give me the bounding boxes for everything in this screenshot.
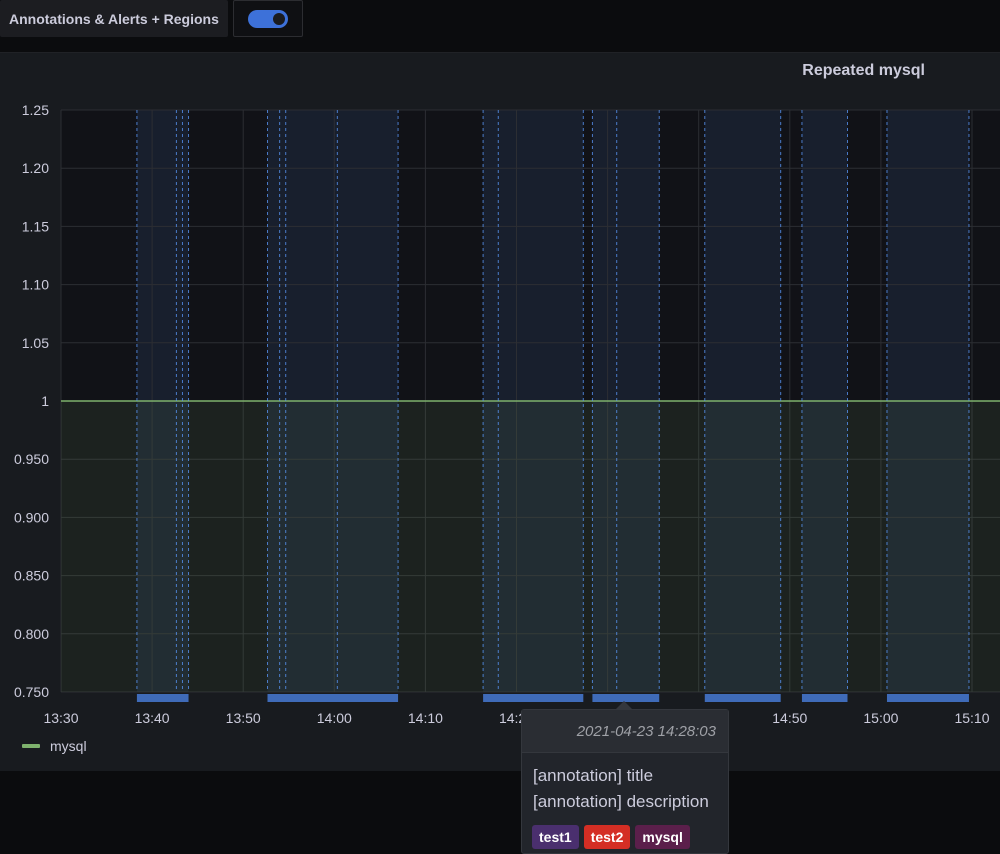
x-tick-label: 13:40 [135,710,170,726]
annotation-marker[interactable] [136,694,189,702]
annotation-marker[interactable] [483,694,584,702]
tooltip-arrow [615,701,633,710]
legend: mysql [22,738,87,754]
variable-label: Annotations & Alerts + Regions [0,0,228,37]
legend-swatch-mysql [22,744,40,748]
legend-item-mysql[interactable]: mysql [50,738,87,754]
annotations-toggle[interactable] [248,10,288,28]
tag-mysql[interactable]: mysql [635,825,690,849]
annotation-marker[interactable] [704,694,781,702]
y-tick-label: 1.15 [22,218,49,234]
y-tick-label: 1.10 [22,277,49,293]
tag-test1[interactable]: test1 [532,825,579,849]
y-tick-label: 0.800 [14,626,49,642]
y-tick-label: 1.25 [22,102,49,118]
tooltip-time: 2021-04-23 14:28:03 [522,710,728,753]
y-tick-label: 1 [41,393,49,409]
series-fill-mysql [61,401,1000,692]
x-tick-label: 15:00 [863,710,898,726]
annotation-marker[interactable] [267,694,399,702]
tooltip-description: [annotation] description [533,792,709,811]
annotations-toggle-container [233,0,303,37]
y-tick-label: 0.900 [14,509,49,525]
tooltip-title: [annotation] title [533,766,654,785]
toggle-knob [273,13,285,25]
x-tick-label: 13:50 [226,710,261,726]
x-tick-label: 15:10 [954,710,989,726]
x-tick-label: 14:10 [408,710,443,726]
tooltip-tags: test1 test2 mysql [522,825,728,849]
annotation-marker[interactable] [801,694,848,702]
y-tick-label: 0.850 [14,568,49,584]
y-tick-label: 0.950 [14,451,49,467]
x-tick-label: 14:50 [772,710,807,726]
annotation-tooltip: 2021-04-23 14:28:03 [annotation] title [… [521,701,729,854]
y-tick-label: 1.05 [22,335,49,351]
y-tick-label: 1.20 [22,160,49,176]
x-tick-label: 14:00 [317,710,352,726]
annotation-marker[interactable] [886,694,969,702]
tag-test2[interactable]: test2 [583,825,631,849]
x-tick-label: 13:30 [43,710,78,726]
graph-chart[interactable]: 1.25 1.20 1.15 1.10 1.05 1 0.950 0.900 0.850 0.80… [0,52,1000,732]
y-tick-label: 0.750 [14,684,49,700]
dashboard-toolbar: Annotations & Alerts + Regions [0,0,1000,42]
